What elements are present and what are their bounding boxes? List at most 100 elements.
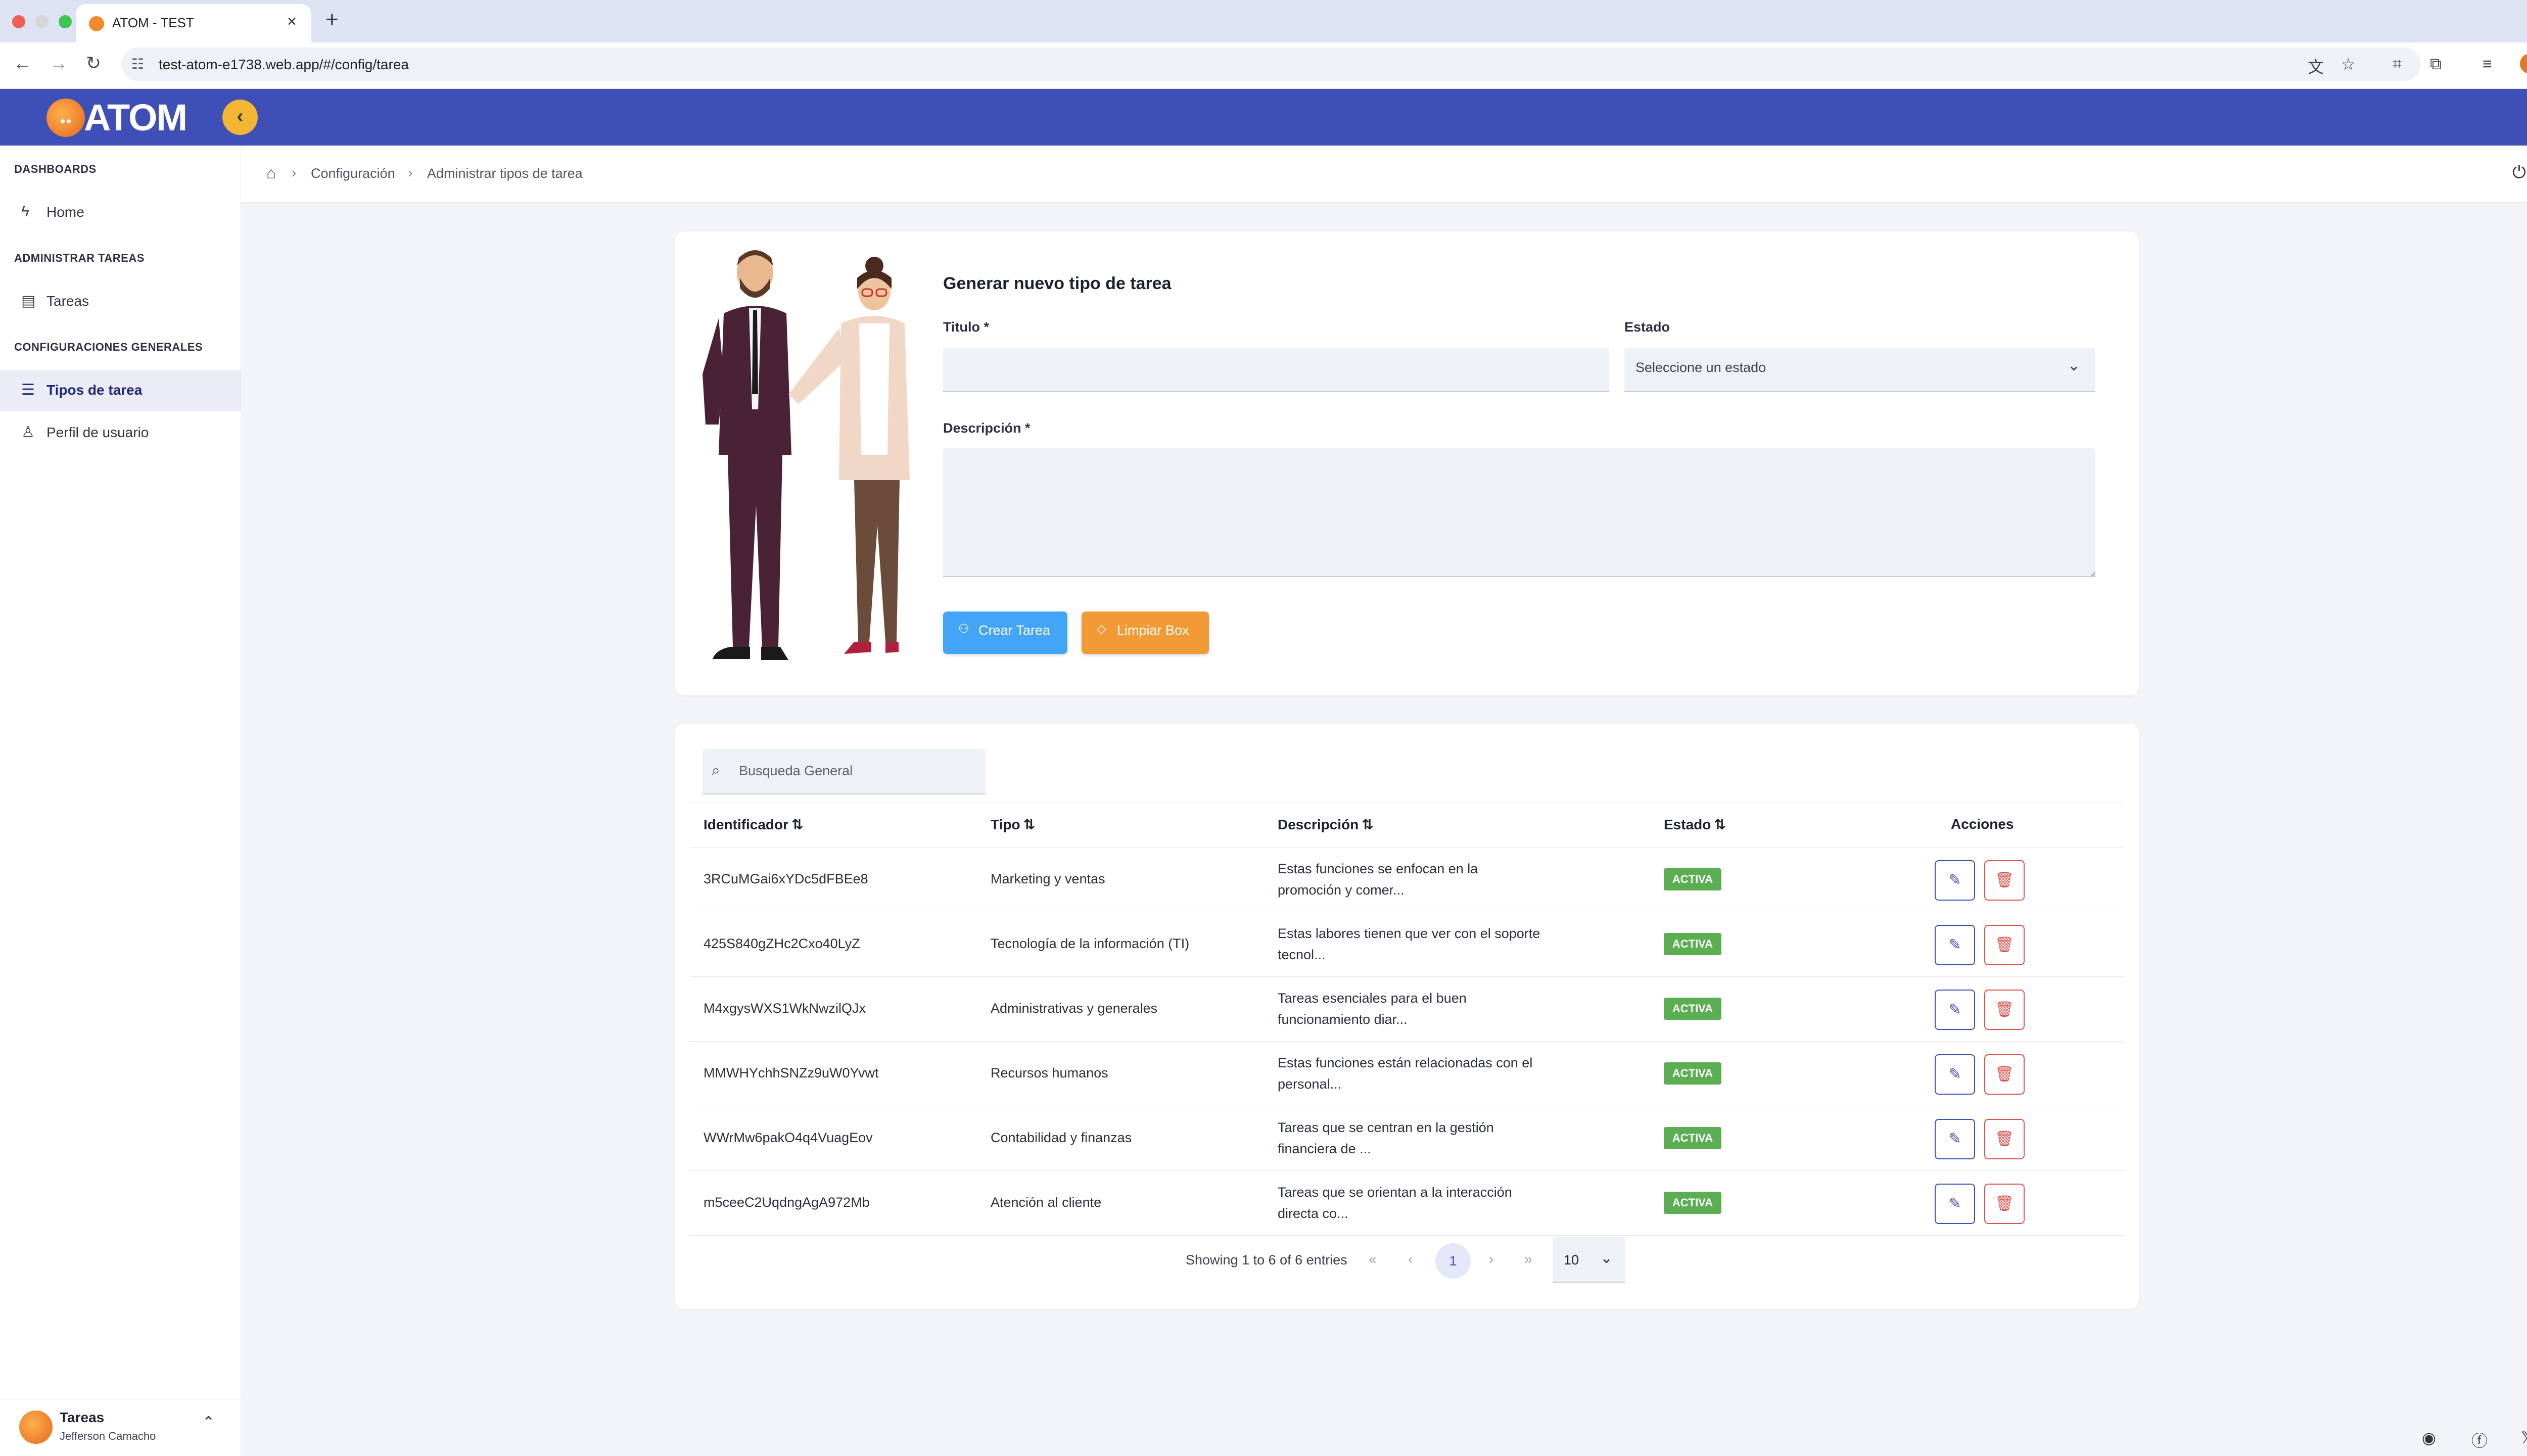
site-settings-icon[interactable]: ☷ xyxy=(131,56,144,72)
browser-tab[interactable]: ATOM - TEST × xyxy=(76,4,311,42)
delete-button[interactable]: 🗑 xyxy=(1984,1119,2025,1159)
extensions-icon[interactable]: ⧉ xyxy=(2430,55,2442,74)
logo-text: ATOM xyxy=(84,97,188,138)
back-arrow-icon[interactable]: ← xyxy=(13,53,31,74)
collapse-sidebar-button[interactable]: ‹ xyxy=(222,100,258,135)
next-page-icon[interactable]: › xyxy=(1489,1251,1493,1267)
cell-tipo: Contabilidad y finanzas xyxy=(991,1130,1132,1145)
bolt-icon: ϟ xyxy=(21,203,29,220)
column-header-tipo[interactable]: Tipo ⇅ xyxy=(991,816,1035,833)
prev-page-icon[interactable]: ‹ xyxy=(1408,1251,1413,1267)
sidebar-item-home[interactable]: ϟ Home xyxy=(0,192,241,233)
breadcrumb-item-configuracion[interactable]: Configuración xyxy=(311,166,395,181)
cell-descripcion: Tareas esenciales para el buen funcionam… xyxy=(1278,991,1467,1027)
estado-select[interactable]: Seleccione un estado ⌄ xyxy=(1624,348,2095,392)
delete-button[interactable]: 🗑 xyxy=(1984,860,2025,901)
column-header-estado[interactable]: Estado ⇅ xyxy=(1664,816,1726,833)
pencil-icon: ✎ xyxy=(1948,936,1961,953)
sort-icon[interactable]: ⇅ xyxy=(1023,817,1035,832)
cell-descripcion: Tareas que se centran en la gestión fina… xyxy=(1278,1120,1494,1156)
delete-button[interactable]: 🗑 xyxy=(1984,1054,2025,1095)
page-size-select[interactable]: 10 ⌄ xyxy=(1553,1237,1625,1283)
limpiar-box-label: Limpiar Box xyxy=(1117,623,1189,638)
page-button-current[interactable]: 1 xyxy=(1435,1243,1471,1279)
business-people-illustration xyxy=(703,250,910,660)
facebook-icon[interactable]: ⓕ xyxy=(2471,1428,2488,1451)
cell-descripcion: Tareas que se orientan a la interacción … xyxy=(1278,1185,1512,1221)
titulo-input[interactable] xyxy=(943,348,1609,392)
new-tab-icon[interactable]: + xyxy=(325,7,339,32)
cell-id: M4xgysWXS1WkNwzilQJx xyxy=(704,1001,866,1016)
bookmark-star-icon[interactable]: ☆ xyxy=(2341,55,2356,74)
home-icon[interactable]: ⌂ xyxy=(266,164,276,182)
edit-button[interactable]: ✎ xyxy=(1935,1119,1975,1159)
chevron-down-icon: ⌄ xyxy=(2067,357,2080,374)
status-badge: ACTIVA xyxy=(1664,1127,1721,1149)
tab-close-icon[interactable]: × xyxy=(287,12,297,31)
cell-id: 425S840gZHc2Cxo40LyZ xyxy=(704,936,860,951)
sort-icon[interactable]: ⇅ xyxy=(791,817,803,832)
edit-button[interactable]: ✎ xyxy=(1935,1054,1975,1095)
page-size-value: 10 xyxy=(1564,1252,1579,1267)
column-header-label: Descripción xyxy=(1278,817,1359,832)
delete-button[interactable]: 🗑 xyxy=(1984,990,2025,1030)
sidebar-section-configuraciones: CONFIGURACIONES GENERALES xyxy=(14,341,203,353)
delete-button[interactable]: 🗑 xyxy=(1984,1184,2025,1224)
edit-button[interactable]: ✎ xyxy=(1935,925,1975,965)
edit-button[interactable]: ✎ xyxy=(1935,1184,1975,1224)
user-app-name: Tareas xyxy=(60,1410,105,1425)
cell-descripcion: Estas funciones se enfocan en la promoci… xyxy=(1278,861,1478,898)
sort-icon[interactable]: ⇅ xyxy=(1714,817,1725,832)
descripcion-textarea[interactable] xyxy=(943,448,2095,577)
sidebar: DASHBOARDS ϟ Home ADMINISTRAR TAREAS ▤ T… xyxy=(0,146,241,1455)
search-input[interactable]: ⌕ Busqueda General xyxy=(703,749,986,794)
last-page-icon[interactable]: » xyxy=(1524,1251,1532,1267)
sidebar-section-administrar-tareas: ADMINISTRAR TAREAS xyxy=(14,252,145,264)
sort-icon[interactable]: ⇅ xyxy=(1362,817,1373,832)
translate-icon[interactable]: 文 xyxy=(2308,55,2324,78)
edit-button[interactable]: ✎ xyxy=(1935,990,1975,1030)
crear-tarea-button[interactable]: ⚇ Crear Tarea xyxy=(943,612,1067,654)
trash-icon: 🗑 xyxy=(1994,1001,2015,1018)
window-minimize-button[interactable] xyxy=(35,15,49,28)
window-close-button[interactable] xyxy=(12,15,25,28)
forward-arrow-icon[interactable]: → xyxy=(50,53,68,74)
power-icon[interactable]: ⏻ xyxy=(2512,163,2526,182)
column-header-descripcion[interactable]: Descripción ⇅ xyxy=(1278,816,1374,833)
user-profile-box[interactable]: Tareas Jefferson Camacho ⌃ xyxy=(0,1399,241,1456)
column-header-identificador[interactable]: Identificador ⇅ xyxy=(704,816,803,833)
chevron-down-icon: ⌄ xyxy=(1600,1250,1613,1266)
trash-icon: 🗑 xyxy=(1994,936,2015,953)
edit-button[interactable]: ✎ xyxy=(1935,860,1975,901)
delete-button[interactable]: 🗑 xyxy=(1984,925,2025,965)
limpiar-box-button[interactable]: ◇ Limpiar Box xyxy=(1082,612,1209,654)
cell-tipo: Administrativas y generales xyxy=(991,1001,1158,1016)
sidebar-item-perfil-de-usuario[interactable]: ♙ Perfil de usuario xyxy=(0,412,241,454)
user-icon: ♙ xyxy=(21,424,35,441)
pencil-icon: ✎ xyxy=(1948,1001,1961,1018)
user-name: Jefferson Camacho xyxy=(60,1430,156,1442)
first-page-icon[interactable]: « xyxy=(1369,1251,1377,1267)
chevron-up-icon[interactable]: ⌃ xyxy=(202,1414,215,1431)
x-twitter-icon[interactable]: 𝕏 xyxy=(2521,1428,2527,1447)
trash-icon: 🗑 xyxy=(1994,1066,2015,1083)
browser-tab-strip xyxy=(0,0,2527,42)
status-badge: ACTIVA xyxy=(1664,998,1721,1020)
address-bar[interactable]: ☷ test-atom-e1738.web.app/#/config/tarea xyxy=(121,48,2421,81)
media-control-icon[interactable]: ≡ xyxy=(2483,55,2492,73)
trash-icon: 🗑 xyxy=(1994,872,2015,888)
eraser-icon: ◇ xyxy=(1097,622,1106,636)
task-types-table-card: ⌕ Busqueda General Identificador ⇅ Tipo ⇅ … xyxy=(675,724,2139,1309)
devtools-icon[interactable]: ⌗ xyxy=(2393,55,2402,74)
pencil-icon: ✎ xyxy=(1948,1131,1961,1147)
window-zoom-button[interactable] xyxy=(59,15,72,28)
breadcrumb-item-current: Administrar tipos de tarea xyxy=(427,166,583,181)
sidebar-item-tareas[interactable]: ▤ Tareas xyxy=(0,281,241,322)
table-row: 3RCuMGai6xYDc5dFBEe8 Marketing y ventas … xyxy=(689,847,2125,912)
sidebar-item-label: Perfil de usuario xyxy=(46,425,149,440)
table-row: MMWHYchhSNZz9uW0Yvwt Recursos humanos Es… xyxy=(689,1041,2125,1106)
github-icon[interactable]: ◉ xyxy=(2422,1428,2436,1447)
pagination: Showing 1 to 6 of 6 entries « ‹ 1 › » 10… xyxy=(675,1237,2139,1283)
reload-icon[interactable]: ↻ xyxy=(86,53,101,74)
sidebar-item-tipos-de-tarea[interactable]: ☰ Tipos de tarea xyxy=(0,370,241,411)
